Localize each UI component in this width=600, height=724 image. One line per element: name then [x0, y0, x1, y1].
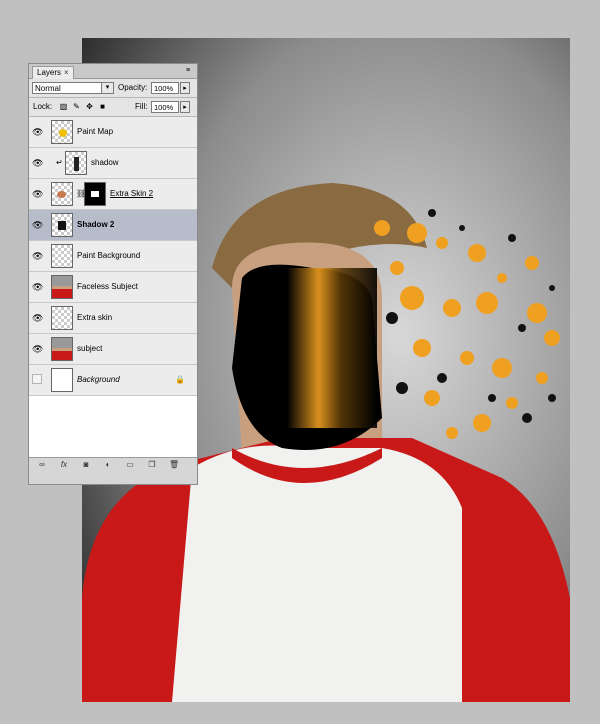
layer-thumbnail: [51, 182, 73, 206]
layer-thumbnail: [51, 368, 73, 392]
opacity-input[interactable]: 100%: [151, 82, 179, 94]
trash-icon[interactable]: 🗑: [169, 460, 179, 470]
blend-mode-select[interactable]: Normal ▾: [32, 82, 114, 94]
opacity-label: Opacity:: [118, 83, 148, 92]
eye-icon[interactable]: 👁: [32, 251, 43, 261]
fill-slider-button[interactable]: ▸: [180, 101, 190, 113]
lock-icon: 🔒: [175, 375, 185, 384]
visibility-toggle[interactable]: [32, 374, 42, 384]
layer-thumbnail: [51, 213, 73, 237]
eye-icon[interactable]: 👁: [32, 344, 43, 354]
layer-thumbnail: [51, 275, 73, 299]
panel-footer: ∞ fx ◙ ◐ ▭ ❐ 🗑: [29, 458, 197, 472]
layer-thumbnail: [51, 337, 73, 361]
layer-name: Background: [77, 375, 120, 384]
layer-thumbnail: [65, 151, 87, 175]
chevron-down-icon[interactable]: ▾: [101, 83, 113, 93]
lock-paint-icon[interactable]: ✎: [72, 102, 81, 111]
layer-row[interactable]: 👁 Faceless Subject: [29, 272, 197, 303]
layer-name: Paint Background: [77, 251, 141, 260]
fill-input[interactable]: 100%: [151, 101, 179, 113]
layer-row[interactable]: 👁 ↵ shadow: [29, 148, 197, 179]
layer-name: subject: [77, 344, 103, 353]
layer-thumbnail: [51, 244, 73, 268]
blend-mode-value: Normal: [35, 84, 61, 93]
layer-name: Shadow 2: [77, 220, 115, 229]
layer-row[interactable]: 👁 Paint Background: [29, 241, 197, 272]
lock-label: Lock:: [33, 102, 53, 111]
fill-label: Fill:: [135, 102, 148, 111]
group-icon[interactable]: ▭: [125, 460, 135, 470]
adjustment-icon[interactable]: ◐: [103, 460, 113, 470]
layer-row[interactable]: 👁 Shadow 2: [29, 210, 197, 241]
tab-label: Layers: [37, 68, 62, 77]
layer-row[interactable]: 👁 Paint Map: [29, 117, 197, 148]
blend-row: Normal ▾ Opacity: 100% ▸: [29, 79, 197, 98]
layers-list: 👁 Paint Map 👁 ↵ shadow 👁 ⛓ Extra Skin 2 👁 Shadow …: [29, 117, 197, 458]
layer-row[interactable]: 👁 Extra skin: [29, 303, 197, 334]
layer-row[interactable]: Background 🔒: [29, 365, 197, 396]
eye-icon[interactable]: 👁: [32, 127, 43, 137]
mask-icon[interactable]: ◙: [81, 460, 91, 470]
clipping-mask-icon: ↵: [56, 158, 63, 167]
link-icon[interactable]: ∞: [37, 460, 47, 470]
eye-icon[interactable]: 👁: [32, 220, 43, 230]
layer-row[interactable]: 👁 ⛓ Extra Skin 2: [29, 179, 197, 210]
tab-layers[interactable]: Layers ×: [32, 66, 74, 79]
layer-mask-thumbnail[interactable]: [84, 182, 106, 206]
eye-icon[interactable]: 👁: [32, 158, 43, 168]
layer-row[interactable]: 👁 subject: [29, 334, 197, 365]
lock-row: Lock: ▨ ✎ ✥ ■ Fill: 100% ▸: [29, 98, 197, 117]
layers-panel: Layers × ≡ Normal ▾ Opacity: 100% ▸ Lock:…: [28, 63, 198, 485]
layer-name: shadow: [91, 158, 119, 167]
layer-name: Extra Skin 2: [110, 189, 154, 198]
layer-name: Extra skin: [77, 313, 113, 322]
fx-icon[interactable]: fx: [59, 460, 69, 470]
lock-position-icon[interactable]: ✥: [85, 102, 94, 111]
panel-menu-icon[interactable]: ≡: [182, 66, 194, 76]
new-layer-icon[interactable]: ❐: [147, 460, 157, 470]
eye-icon[interactable]: 👁: [32, 189, 43, 199]
layer-name: Faceless Subject: [77, 282, 138, 291]
lock-all-icon[interactable]: ■: [98, 102, 107, 111]
layer-thumbnail: [51, 306, 73, 330]
panel-tab-bar: Layers × ≡: [29, 64, 197, 79]
lock-transparency-icon[interactable]: ▨: [59, 102, 68, 111]
opacity-slider-button[interactable]: ▸: [180, 82, 190, 94]
layer-thumbnail: [51, 120, 73, 144]
eye-icon[interactable]: 👁: [32, 282, 43, 292]
eye-icon[interactable]: 👁: [32, 313, 43, 323]
close-icon[interactable]: ×: [64, 68, 69, 77]
layer-name: Paint Map: [77, 127, 114, 136]
